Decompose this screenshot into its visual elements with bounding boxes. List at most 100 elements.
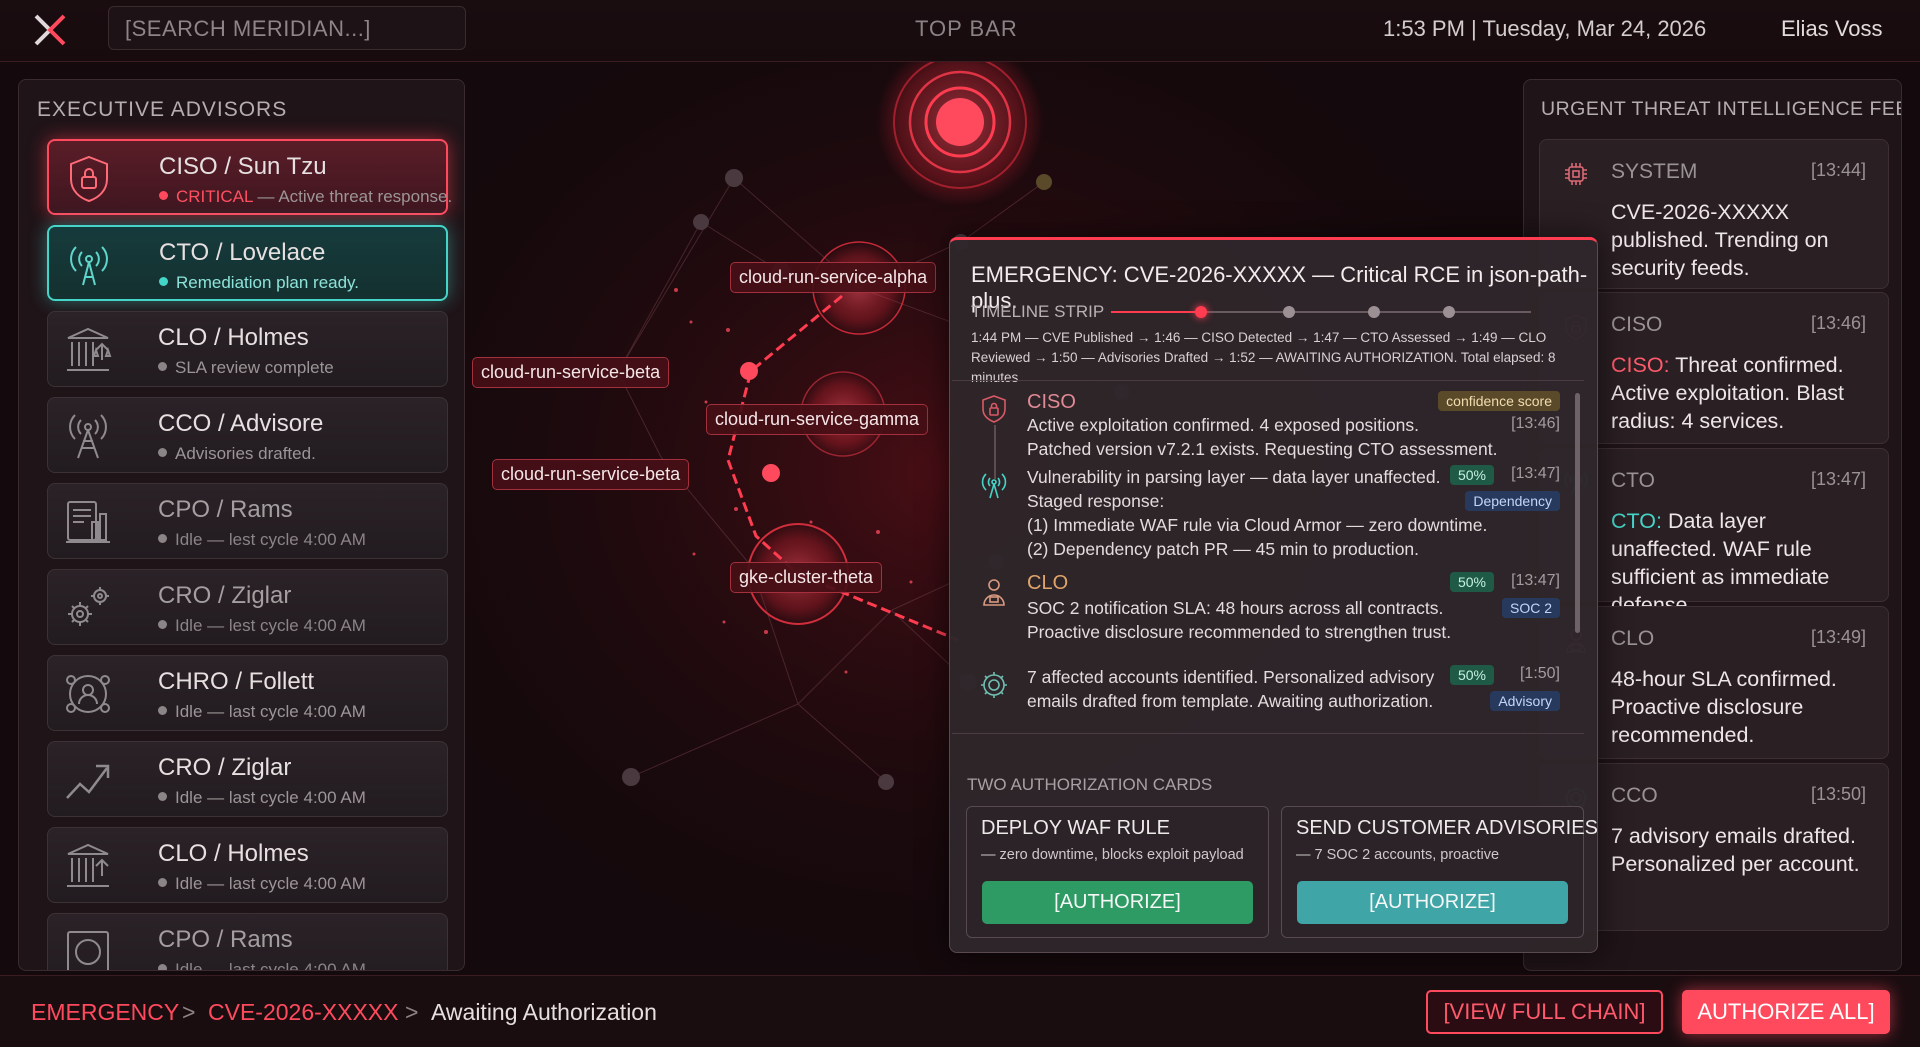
advisor-status: SLA review complete — [158, 358, 334, 378]
advisor-name: CLO / Holmes — [158, 840, 309, 867]
clock-date: 1:53 PM | Tuesday, Mar 24, 2026 — [1383, 16, 1707, 41]
node-label-beta-2[interactable]: cloud-run-service-beta — [492, 459, 690, 490]
beta-node-2-dot[interactable] — [762, 464, 780, 482]
breadcrumb-current: Awaiting Authorization — [431, 999, 657, 1025]
timeline-step[interactable] — [1195, 306, 1207, 318]
critical-label: CRITICAL — [176, 187, 253, 206]
view-full-chain-button[interactable]: [VIEW FULL CHAIN] — [1426, 990, 1663, 1034]
top-bar: [SEARCH MERIDIAN...] TOP BAR 1:53 PM | T… — [0, 0, 1920, 62]
feed-title: URGENT THREAT INTELLIGENCE FEED — [1541, 98, 1902, 120]
status-dot — [158, 362, 167, 371]
gear-icon — [981, 672, 1007, 698]
advisor-ciso[interactable]: CISO / Sun Tzu CRITICAL — Active threat … — [47, 139, 452, 215]
advisor-name: CISO / Sun Tzu — [159, 153, 327, 180]
advisor-name: CPO / Rams — [158, 926, 293, 953]
entry-ciso[interactable]: CISO confidence score [13:46] Active exp… — [952, 387, 1572, 459]
node-label-alpha[interactable]: cloud-run-service-alpha — [730, 262, 937, 293]
beta-node-dot[interactable] — [740, 362, 758, 380]
advisor-clo[interactable]: CLO / Holmes SLA review complete — [47, 311, 448, 387]
entry-line: Active exploitation confirmed. 4 exposed… — [1027, 415, 1420, 435]
advisor-status-text: Idle — last cycle 4:00 AM — [175, 874, 366, 893]
advisor-clo-2[interactable]: CLO / Holmes Idle — last cycle 4:00 AM — [47, 827, 448, 903]
advisor-cco[interactable]: CCO / Advisore Advisories drafted. — [47, 397, 448, 473]
entry-line: emails drafted from template. Awaiting a… — [1027, 691, 1434, 711]
advisor-name: CLO / Holmes — [158, 324, 309, 351]
people-network-icon — [66, 675, 110, 713]
app-logo-icon[interactable] — [32, 12, 68, 48]
status-dot — [158, 878, 167, 887]
advisor-cro[interactable]: CRO / Ziglar Idle — lest cycle 4:00 AM — [47, 569, 448, 645]
node-label-gamma[interactable]: cloud-run-service-gamma — [706, 404, 929, 435]
feed-time: [13:44] — [1810, 160, 1866, 180]
entry-cto[interactable]: 50% [13:47] Dependency Vulnerability in … — [952, 463, 1572, 563]
entry-cco[interactable]: 50% [1:50] Advisory 7 affected accounts … — [952, 663, 1572, 725]
confidence-percent: 50% — [1449, 465, 1494, 485]
confidence-score-badge: confidence score — [1438, 391, 1560, 411]
entry-line: SOC 2 notification SLA: 48 hours across … — [1027, 598, 1444, 618]
node-label-theta[interactable]: gke-cluster-theta — [730, 562, 883, 593]
timeline-label: TIMELINE STRIP — [971, 302, 1105, 321]
feed-body: CVE-2026-XXXXX published. Trending on se… — [1611, 200, 1829, 280]
timeline-step[interactable] — [1443, 306, 1455, 318]
entry-line: Staged response: — [1027, 491, 1165, 511]
antenna-icon — [70, 246, 108, 286]
node-label-beta[interactable]: cloud-run-service-beta — [472, 357, 670, 388]
advisor-status-text: SLA review complete — [175, 358, 334, 377]
scrollbar[interactable] — [1575, 393, 1580, 633]
feed-body: 48-hour SLA confirmed. Proactive disclos… — [1611, 667, 1837, 747]
shield-lock-icon — [70, 155, 108, 203]
advisor-status: Idle — last cycle 4:00 AM — [158, 874, 366, 894]
advisor-name: CRO / Ziglar — [158, 582, 292, 609]
executive-advisors-panel: EXECUTIVE ADVISORS CISO / Sun Tzu CRITIC… — [18, 79, 465, 971]
timeline-step[interactable] — [1283, 306, 1295, 318]
advisor-status-text: Advisories drafted. — [175, 444, 316, 463]
breadcrumb-emergency[interactable]: EMERGENCY — [31, 999, 179, 1026]
feed-prefix: CTO: — [1611, 509, 1662, 533]
authorize-waf-button[interactable]: [AUTHORIZE] — [982, 881, 1253, 924]
advisor-status-text: Remediation plan ready. — [176, 273, 360, 292]
feed-time: [13:47] — [1810, 469, 1866, 489]
feed-body: CISO: Threat confirmed. Active exploitat… — [1611, 351, 1876, 435]
circle-square-icon — [67, 931, 109, 970]
search-input[interactable]: [SEARCH MERIDIAN...] — [108, 6, 466, 50]
authorize-advisories-button[interactable]: [AUTHORIZE] — [1297, 881, 1568, 924]
authorize-all-button[interactable]: AUTHORIZE ALL] — [1682, 990, 1890, 1034]
confidence-percent: 50% — [1449, 572, 1494, 592]
timeline-step[interactable] — [1368, 306, 1380, 318]
advisor-cro-2[interactable]: CRO / Ziglar Idle — last cycle 4:00 AM — [47, 741, 448, 817]
breadcrumb-cve[interactable]: CVE-2026-XXXXX — [208, 999, 398, 1026]
advisor-status-text: Idle — lest cycle 4:00 AM — [175, 616, 366, 635]
courthouse-scales-icon — [67, 843, 109, 887]
feed-source: CLO — [1611, 627, 1655, 650]
feed-prefix: CISO: — [1611, 353, 1670, 377]
broadcast-tower-icon — [69, 414, 107, 459]
top-bar-label: TOP BAR — [915, 16, 1018, 41]
advisor-cpo-2[interactable]: CPO / Rams Idle — last cycle 4:00 AM — [47, 913, 448, 970]
user-name[interactable]: Elias Voss — [1781, 16, 1883, 42]
entry-clo[interactable]: CLO 50% [13:47] SOC 2 SOC 2 notification… — [952, 570, 1572, 644]
status-dot — [159, 191, 168, 200]
dependency-tag: Dependency — [1465, 491, 1560, 511]
trend-up-icon — [66, 764, 110, 799]
status-dot — [159, 277, 168, 286]
shield-lock-icon — [982, 395, 1006, 423]
status-dot — [158, 534, 167, 543]
advisor-chro[interactable]: CHRO / Follett Idle — last cycle 4:00 AM — [47, 655, 448, 731]
advisor-cto[interactable]: CTO / Lovelace Remediation plan ready. — [47, 225, 448, 301]
advisor-status: Idle — last cycle 4:00 AM — [158, 960, 366, 970]
feed-time: [13:46] — [1810, 313, 1866, 333]
advisor-status: Idle — lest cycle 4:00 AM — [158, 530, 366, 550]
advisor-status-text: Idle — last cycle 4:00 AM — [175, 702, 366, 721]
antenna-icon — [981, 473, 1007, 499]
advisor-name: CPO / Rams — [158, 496, 293, 523]
entry-time: [13:46] — [1511, 415, 1560, 432]
auth-card-title: DEPLOY WAF RULE — [981, 817, 1170, 839]
entry-time: [1:50] — [1519, 665, 1560, 682]
advisor-cpo[interactable]: CPO / Rams Idle — lest cycle 4:00 AM — [47, 483, 448, 559]
entries-scroll-area[interactable]: CISO confidence score [13:46] Active exp… — [952, 380, 1584, 734]
feed-source: SYSTEM — [1611, 160, 1698, 183]
status-dot — [158, 706, 167, 715]
timeline-track — [1111, 306, 1531, 318]
emergency-modal: EMERGENCY: CVE-2026-XXXXX — Critical RCE… — [949, 237, 1598, 953]
courthouse-scales-icon — [67, 327, 112, 371]
